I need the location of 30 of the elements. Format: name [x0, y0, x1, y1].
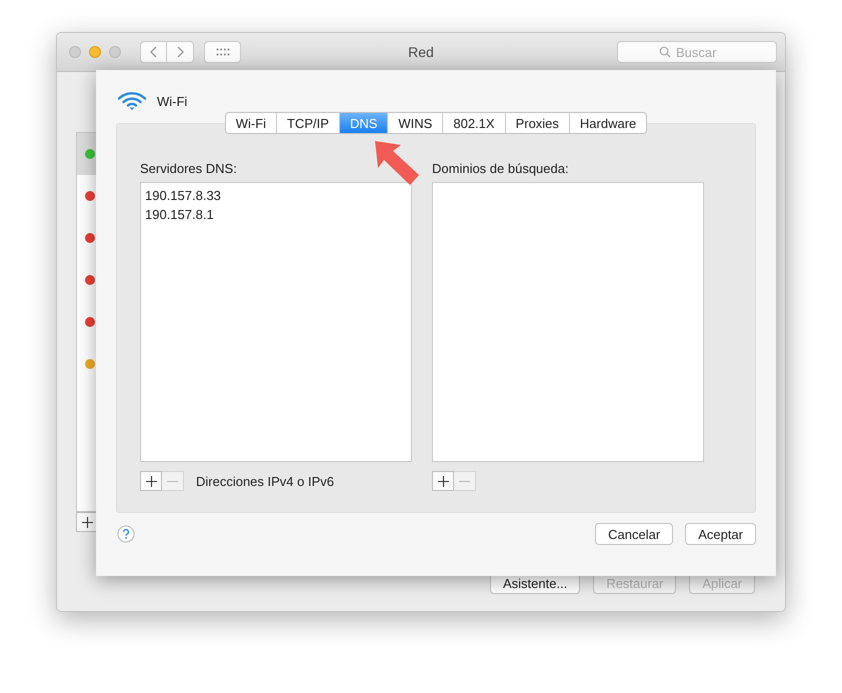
list-item[interactable]: 190.157.8.33	[145, 186, 407, 205]
list-item[interactable]: 190.157.8.1	[145, 205, 407, 224]
list-label: Servidores DNS:	[140, 161, 238, 176]
back-button[interactable]	[140, 41, 167, 63]
add-button[interactable]	[432, 471, 454, 491]
hint-text: Direcciones IPv4 o IPv6	[196, 474, 334, 488]
search-field[interactable]: Buscar	[617, 41, 777, 63]
interface-name: Wi-Fi	[157, 94, 188, 108]
dns-server-list[interactable]: 190.157.8.33 190.157.8.1	[140, 182, 412, 462]
add-service-button[interactable]	[76, 512, 98, 532]
chevron-right-icon	[176, 46, 184, 58]
add-button[interactable]	[140, 471, 162, 491]
plus-icon	[146, 476, 156, 486]
grid-icon	[216, 48, 230, 56]
minimize-button[interactable]	[89, 46, 101, 58]
dialog-button[interactable]: Aceptar	[685, 523, 756, 545]
plus-icon	[82, 516, 92, 528]
dialog-button[interactable]: Cancelar	[595, 523, 674, 545]
forward-button[interactable]	[167, 41, 194, 63]
help-icon[interactable]	[117, 525, 135, 543]
chevron-left-icon	[150, 46, 158, 58]
window-title: Red	[407, 44, 435, 60]
zoom-button[interactable]	[109, 46, 121, 58]
wifi-icon	[117, 92, 147, 110]
annotation-arrow	[373, 139, 421, 187]
show-all-button[interactable]	[204, 41, 241, 63]
close-button[interactable]	[69, 46, 81, 58]
tab[interactable]: Hardware	[568, 113, 646, 133]
list-label: Dominios de búsqueda:	[432, 161, 570, 176]
plus-icon	[438, 476, 448, 486]
